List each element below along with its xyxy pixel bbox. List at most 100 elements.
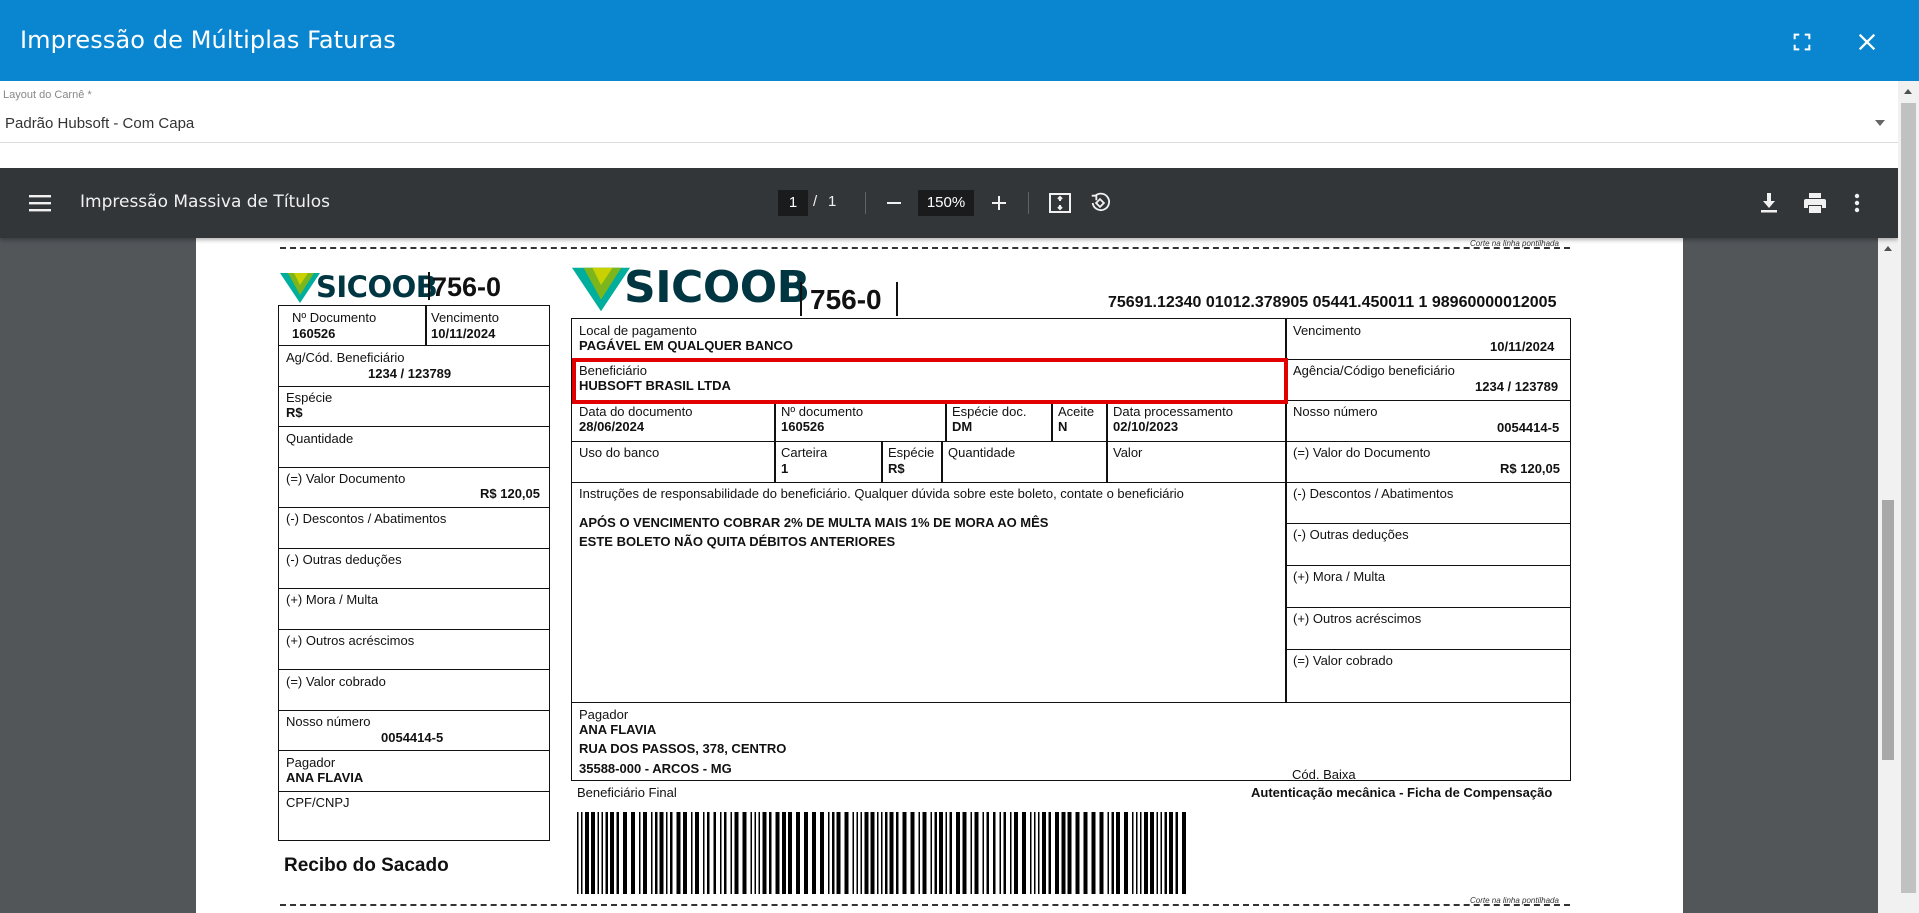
page-scrollbar-thumb[interactable] [1901,103,1916,893]
barcode-bar [670,812,673,894]
field-underline [0,142,1898,143]
receipt-doc-value: R$ 120,05 [480,486,540,501]
fullscreen-icon [1793,33,1811,51]
processing-date-label: Data processamento [1113,404,1233,419]
barcode-bar [1156,812,1158,894]
row-line [278,791,550,792]
row-line [571,702,1571,703]
main-payer-city: 35588-000 - ARCOS - MG [579,761,732,776]
barcode-bar [651,812,653,894]
sicoob-logo-icon [572,267,630,311]
accept: N [1058,419,1068,434]
final-beneficiary-label: Beneficiário Final [577,785,677,800]
receipt-agency-label: Ag/Cód. Beneficiário [286,350,405,365]
barcode-bar [934,812,937,894]
viewer-scrollbar-thumb[interactable] [1882,500,1894,760]
zoom-out-button[interactable] [880,192,908,214]
payment-place: PAGÁVEL EM QUALQUER BANCO [579,338,794,353]
toolbar-divider [1028,192,1029,214]
receipt-discounts-label: (-) Descontos / Abatimentos [286,511,447,526]
receipt-agency: 1234 / 123789 [368,366,452,381]
barcode-bar [1061,812,1066,894]
barcode-bar [1038,812,1040,894]
barcode-bar [889,812,894,894]
barcode-bar [1150,812,1154,894]
chevron-down-icon[interactable] [1875,120,1885,126]
receipt-other-deductions-label: (-) Outras deduções [286,552,402,567]
barcode-bar [1042,812,1046,894]
barcode-bar [804,812,808,894]
fit-page-button[interactable] [1046,190,1074,216]
fullscreen-button[interactable] [1784,24,1820,60]
barcode-bar [1030,812,1032,894]
close-button[interactable] [1849,24,1885,60]
zoom-input[interactable]: 150% [918,190,974,216]
receipt-divider [425,305,427,345]
barcode-bar [1034,812,1036,894]
authentication-label: Autenticação mecânica - Ficha de Compens… [1251,785,1553,800]
barcode-bar [885,812,888,894]
barcode-bar [1107,812,1109,894]
digitable-line[interactable]: 75691.12340 01012.378905 05441.450011 1 … [1108,294,1556,312]
more-vert-icon [1854,193,1860,213]
accept-label: Aceite [1058,404,1095,419]
barcode-bar [1055,812,1059,894]
minus-icon [887,202,901,204]
row-line [1285,649,1571,650]
receipt-species: R$ [286,405,303,420]
barcode-bar [820,812,824,894]
receipt-cpf-label: CPF/CNPJ [286,795,350,810]
download-button[interactable] [1755,190,1783,216]
barcode-bar [832,812,835,894]
main-bank-logo: SICOOB [572,262,810,313]
receipt-other-additions-label: (+) Outros acréscimos [286,633,415,648]
row-line [278,588,550,589]
barcode-bar [1116,812,1120,894]
barcode-bar [1136,812,1138,894]
page-scrollbar[interactable] [1898,81,1919,913]
cut-line-text: Corte na linha pontilhada [1470,239,1559,248]
main-doc-value: R$ 120,05 [1500,461,1560,476]
receipt-bank-name: SICOOB [316,270,438,304]
barcode-bar [812,812,816,894]
menu-button[interactable] [26,190,54,216]
more-options-button[interactable] [1847,190,1867,216]
main-other-additions-label: (+) Outros acréscimos [1293,611,1422,626]
download-icon [1761,193,1777,213]
barcode-bar [623,812,627,894]
print-button[interactable] [1800,190,1830,216]
zoom-in-button[interactable] [985,192,1013,214]
row-line [278,669,550,670]
receipt-payer-label: Pagador [286,755,336,770]
barcode-bar [734,812,739,894]
page-number-input[interactable]: 1 [778,190,808,216]
barcode-bar [655,812,658,894]
barcode-bar [707,812,710,894]
menu-icon [29,195,51,212]
barcode-bar [1022,812,1026,894]
barcode-bar [949,812,952,894]
receipt-our-number-label: Nosso número [286,714,371,729]
barcode-bar [986,812,989,894]
receipt-doc-number-label: Nº Documento [292,310,377,325]
row-line [278,426,550,427]
receipt-due-date: 10/11/2024 [431,326,496,341]
barcode-bar [1169,812,1173,894]
scroll-up-icon[interactable] [1884,246,1892,251]
barcode-bar [585,812,589,894]
main-species: R$ [888,461,905,476]
barcode-bar [788,812,792,894]
rotate-button[interactable] [1086,189,1114,217]
processing-date: 02/10/2023 [1113,419,1179,434]
barcode-bar [910,812,915,894]
layout-select-value[interactable]: Padrão Hubsoft - Com Capa [5,115,194,132]
barcode-bar [860,812,862,894]
main-fine-label: (+) Mora / Multa [1293,569,1386,584]
cut-line-top [280,247,1570,249]
barcode-bar [974,812,979,894]
column-divider [945,400,947,441]
viewer-scrollbar[interactable] [1878,238,1898,913]
layout-select[interactable]: Layout do Carnê * Padrão Hubsoft - Com C… [0,81,1898,168]
scroll-up-icon[interactable] [1904,89,1912,94]
main-discounts-label: (-) Descontos / Abatimentos [1293,486,1454,501]
